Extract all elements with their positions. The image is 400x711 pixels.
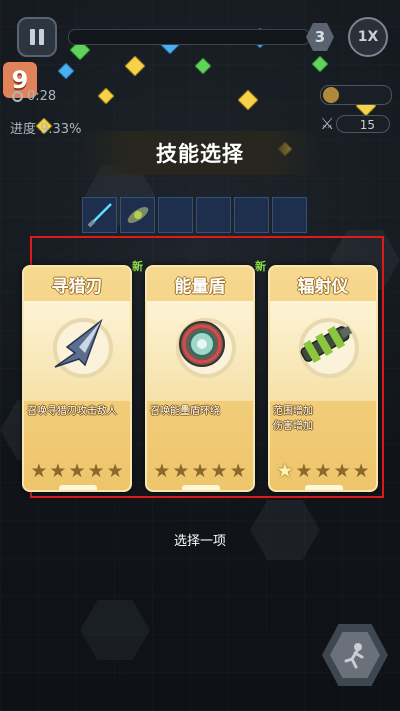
kill-counter: 15 [336, 115, 390, 133]
skill-card-title: 寻猎刃 [51, 276, 103, 297]
timer-value: 0:28 [27, 89, 57, 104]
coin-icon [323, 87, 339, 103]
skill-slot [272, 197, 307, 233]
star-empty-icon: ★ [87, 460, 105, 482]
radiation-device-icon [300, 325, 353, 364]
skill-card-radiation-device[interactable]: 辐射仪 范围增加 伤害增加 ★ ★ ★ ★ ★ [268, 265, 378, 492]
star-filled-icon: ★ [276, 460, 294, 482]
skill-card-description: 召唤能量盾环绕 [150, 406, 220, 417]
crossed-swords-icon: ⚔ [320, 114, 335, 133]
skill-slot [158, 197, 193, 233]
yellow-gem-icon [98, 88, 114, 104]
skill-card-hunter-blade[interactable]: 寻猎刃 召唤寻猎刃攻击敌人 ★ ★ ★ ★ ★ [22, 265, 132, 492]
star-rating: ★ ★ ★ ★ ★ [24, 460, 130, 482]
star-empty-icon: ★ [210, 460, 228, 482]
skill-slot [120, 197, 155, 233]
running-soldier-icon [344, 643, 364, 669]
skill-card-title: 能量盾 [174, 276, 226, 297]
progress-label: 进度 9.33% [10, 122, 82, 137]
pause-icon-bar [39, 29, 44, 45]
stage-progress-bar [68, 29, 310, 45]
laser-sword-icon [87, 203, 112, 228]
star-empty-icon: ★ [352, 460, 370, 482]
card-foot [305, 485, 343, 490]
skill-card-description: 范围增加 伤害增加 [273, 406, 313, 432]
star-empty-icon: ★ [49, 460, 67, 482]
green-gem-icon [312, 56, 328, 72]
energy-shield-icon [179, 321, 225, 367]
star-empty-icon: ★ [153, 460, 171, 482]
skill-slot [82, 197, 117, 233]
star-rating: ★ ★ ★ ★ ★ [147, 460, 253, 482]
skill-card-art [147, 301, 253, 401]
yellow-gem-icon [125, 56, 145, 76]
green-gem-icon [195, 58, 211, 74]
choose-one-prompt: 选择一项 [173, 534, 226, 549]
skill-card-title: 辐射仪 [297, 276, 349, 297]
new-badge: 新 [132, 260, 143, 273]
skill-card-art [24, 301, 130, 401]
card-foot [59, 485, 97, 490]
star-empty-icon: ★ [191, 460, 209, 482]
hunter-blade-icon [54, 318, 103, 368]
owned-skill-slots [82, 197, 307, 233]
pause-button[interactable] [17, 17, 57, 57]
coin-counter [320, 85, 392, 105]
star-empty-icon: ★ [68, 460, 86, 482]
drone-icon [127, 206, 148, 224]
skill-card-art [270, 301, 376, 401]
star-empty-icon: ★ [229, 460, 247, 482]
card-foot [182, 485, 220, 490]
star-empty-icon: ★ [172, 460, 190, 482]
blue-gem-icon [58, 63, 74, 79]
survival-timer: 0:28 [12, 89, 56, 104]
skill-select-title: 技能选择 [80, 131, 320, 175]
skill-card-energy-shield[interactable]: 能量盾 召唤能量盾环绕 ★ ★ ★ ★ ★ [145, 265, 255, 492]
skill-button-inner [330, 632, 380, 678]
star-empty-icon: ★ [295, 460, 313, 482]
star-empty-icon: ★ [314, 460, 332, 482]
skill-slot [234, 197, 269, 233]
yellow-gem-icon [238, 90, 258, 110]
game-speed-button[interactable]: 1X [348, 17, 388, 57]
pause-icon [30, 29, 35, 45]
star-empty-icon: ★ [333, 460, 351, 482]
skill-slot [196, 197, 231, 233]
new-badge: 新 [255, 260, 266, 273]
star-empty-icon: ★ [106, 460, 124, 482]
skill-card-description: 召唤寻猎刃攻击敌人 [27, 406, 117, 417]
clock-icon [12, 91, 23, 102]
star-empty-icon: ★ [30, 460, 48, 482]
star-rating: ★ ★ ★ ★ ★ [270, 460, 376, 482]
